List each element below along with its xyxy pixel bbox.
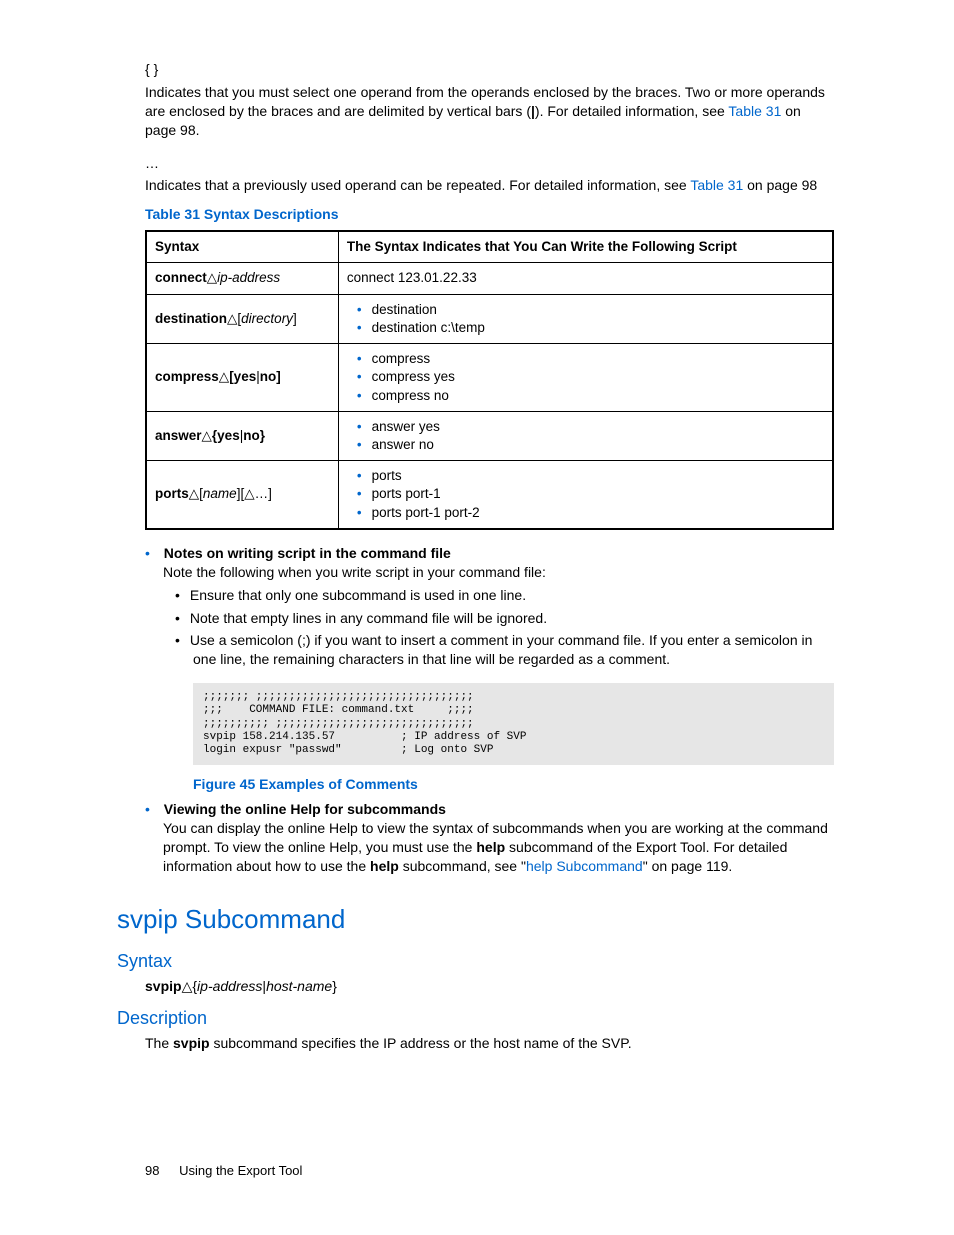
table-header-script: The Syntax Indicates that You Can Write … (338, 231, 833, 263)
list-item: Use a semicolon (;) if you want to inser… (193, 631, 834, 669)
table-row: answer△{yes|no} answer yes answer no (146, 411, 833, 460)
help-subcommand-link[interactable]: help Subcommand (526, 858, 643, 874)
syntax-cell: ports△[name][△…] (146, 461, 338, 529)
ellipsis-symbol: … (145, 154, 834, 173)
description-heading: Description (117, 1006, 834, 1030)
text: ). For detailed information, see (535, 103, 729, 119)
svpip-bold: svpip (173, 1035, 210, 1051)
figure-caption: Figure 45 Examples of Comments (193, 775, 834, 794)
table-row: destination△[directory] destination dest… (146, 294, 833, 343)
footer-text: Using the Export Tool (179, 1163, 302, 1178)
page-footer: 98 Using the Export Tool (145, 1162, 302, 1180)
script-cell: destination destination c:\temp (338, 294, 833, 343)
text: " on page 119. (643, 858, 733, 874)
list-item: compress yes (357, 368, 824, 386)
table-row: compress△[yes|no] compress compress yes … (146, 344, 833, 412)
syntax-cell: compress△[yes|no] (146, 344, 338, 412)
list-item: compress (357, 350, 824, 368)
script-cell: ports ports port-1 ports port-1 port-2 (338, 461, 833, 529)
ellipsis-paragraph: Indicates that a previously used operand… (145, 176, 834, 195)
list-item: ports port-1 port-2 (357, 504, 824, 522)
syntax-cell: destination△[directory] (146, 294, 338, 343)
syntax-cell: answer△{yes|no} (146, 411, 338, 460)
table-caption: Table 31 Syntax Descriptions (145, 205, 834, 224)
syntax-line: svpip△{ip-address|host-name} (145, 977, 834, 996)
text: subcommand, see " (399, 858, 526, 874)
list-item: answer no (357, 436, 824, 454)
text: subcommand specifies the IP address or t… (210, 1035, 632, 1051)
list-item: destination (357, 301, 824, 319)
view-heading: Viewing the online Help for subcommands (164, 801, 446, 817)
list-item: destination c:\temp (357, 319, 824, 337)
text: Indicates that a previously used operand… (145, 177, 690, 193)
syntax-heading: Syntax (117, 949, 834, 973)
list-item: compress no (357, 387, 824, 405)
svpip-heading: svpip Subcommand (117, 902, 834, 937)
notes-heading: Notes on writing script in the command f… (164, 545, 451, 561)
table-row: ports△[name][△…] ports ports port-1 port… (146, 461, 833, 529)
list-item: Ensure that only one subcommand is used … (193, 586, 834, 605)
table-31-link[interactable]: Table 31 (728, 103, 781, 119)
text: on page 98 (743, 177, 817, 193)
list-item: answer yes (357, 418, 824, 436)
help-bold: help (370, 858, 399, 874)
braces-paragraph: Indicates that you must select one opera… (145, 83, 834, 140)
table-31-link-2[interactable]: Table 31 (690, 177, 743, 193)
notes-item: Notes on writing script in the command f… (145, 544, 834, 794)
table-header-syntax: Syntax (146, 231, 338, 263)
syntax-cell: connect△ip-address (146, 263, 338, 294)
page-number: 98 (145, 1163, 159, 1178)
list-item: ports port-1 (357, 485, 824, 503)
description-paragraph: The svpip subcommand specifies the IP ad… (145, 1034, 834, 1053)
help-bold: help (476, 839, 505, 855)
script-cell: connect 123.01.22.33 (338, 263, 833, 294)
script-cell: answer yes answer no (338, 411, 833, 460)
notes-intro: Note the following when you write script… (163, 564, 546, 580)
text: The (145, 1035, 173, 1051)
syntax-table: Syntax The Syntax Indicates that You Can… (145, 230, 834, 530)
script-cell: compress compress yes compress no (338, 344, 833, 412)
list-item: Note that empty lines in any command fil… (193, 609, 834, 628)
code-example: ;;;;;;; ;;;;;;;;;;;;;;;;;;;;;;;;;;;;;;;;… (193, 683, 834, 765)
braces-symbol: { } (145, 60, 834, 79)
list-item: ports (357, 467, 824, 485)
view-help-item: Viewing the online Help for subcommands … (145, 800, 834, 876)
table-row: connect△ip-address connect 123.01.22.33 (146, 263, 833, 294)
